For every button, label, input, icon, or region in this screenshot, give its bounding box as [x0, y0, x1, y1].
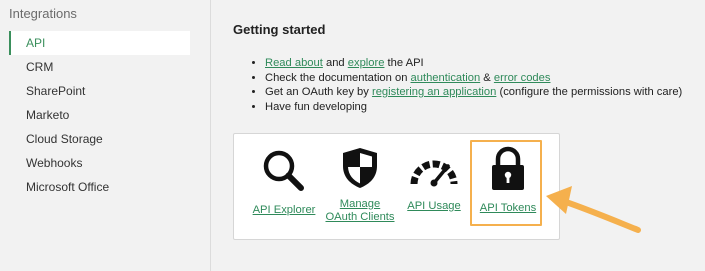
list-item: Check the documentation on authenticatio…	[265, 71, 682, 86]
gauge-icon	[410, 160, 458, 187]
sidebar: Integrations API CRM SharePoint Marketo …	[0, 0, 211, 271]
sidebar-item-cloud-storage[interactable]: Cloud Storage	[9, 127, 190, 151]
page-heading: Getting started	[233, 22, 326, 37]
list-item: Read about and explore the API	[265, 56, 682, 71]
magnifier-icon	[263, 150, 304, 191]
sidebar-item-webhooks[interactable]: Webhooks	[9, 151, 190, 175]
getting-started-list: Read about and explore the API Check the…	[248, 56, 682, 114]
explore-link[interactable]: explore	[348, 57, 385, 69]
sidebar-item-sharepoint[interactable]: SharePoint	[9, 79, 190, 103]
list-text: the API	[384, 57, 424, 69]
sidebar-item-api[interactable]: API	[9, 31, 190, 55]
sidebar-nav: API CRM SharePoint Marketo Cloud Storage…	[9, 31, 190, 199]
sidebar-item-microsoft-office[interactable]: Microsoft Office	[9, 175, 190, 199]
api-usage-tool[interactable]: API Usage	[401, 152, 467, 213]
list-text: Have fun developing	[265, 100, 368, 113]
list-item: Get an OAuth key by registering an appli…	[265, 85, 682, 100]
list-text: Get an OAuth key by	[265, 86, 372, 98]
list-item: Have fun developing	[265, 100, 682, 115]
shield-icon	[343, 148, 377, 188]
authentication-link[interactable]: authentication	[411, 72, 481, 84]
sidebar-item-marketo[interactable]: Marketo	[9, 103, 190, 127]
api-usage-label[interactable]: API Usage	[401, 200, 467, 213]
read-about-link[interactable]: Read about	[265, 57, 323, 69]
register-application-link[interactable]: registering an application	[372, 86, 496, 98]
manage-label[interactable]: Manage	[322, 198, 398, 211]
manage-oauth-clients-tool[interactable]: Manage OAuth Clients	[322, 146, 398, 224]
sidebar-item-crm[interactable]: CRM	[9, 55, 190, 79]
api-explorer-tool[interactable]: API Explorer	[251, 148, 317, 217]
sidebar-title: Integrations	[9, 6, 77, 21]
error-codes-link[interactable]: error codes	[494, 72, 551, 84]
api-tokens-highlight	[470, 140, 542, 226]
list-text: and	[322, 57, 348, 69]
pointer-arrow-icon	[546, 186, 641, 233]
list-text: (configure the permissions with care)	[496, 86, 683, 98]
oauth-clients-label[interactable]: OAuth Clients	[322, 211, 398, 224]
list-text: &	[480, 71, 494, 84]
list-text: Check the documentation on	[265, 71, 411, 84]
api-explorer-label[interactable]: API Explorer	[251, 204, 317, 217]
